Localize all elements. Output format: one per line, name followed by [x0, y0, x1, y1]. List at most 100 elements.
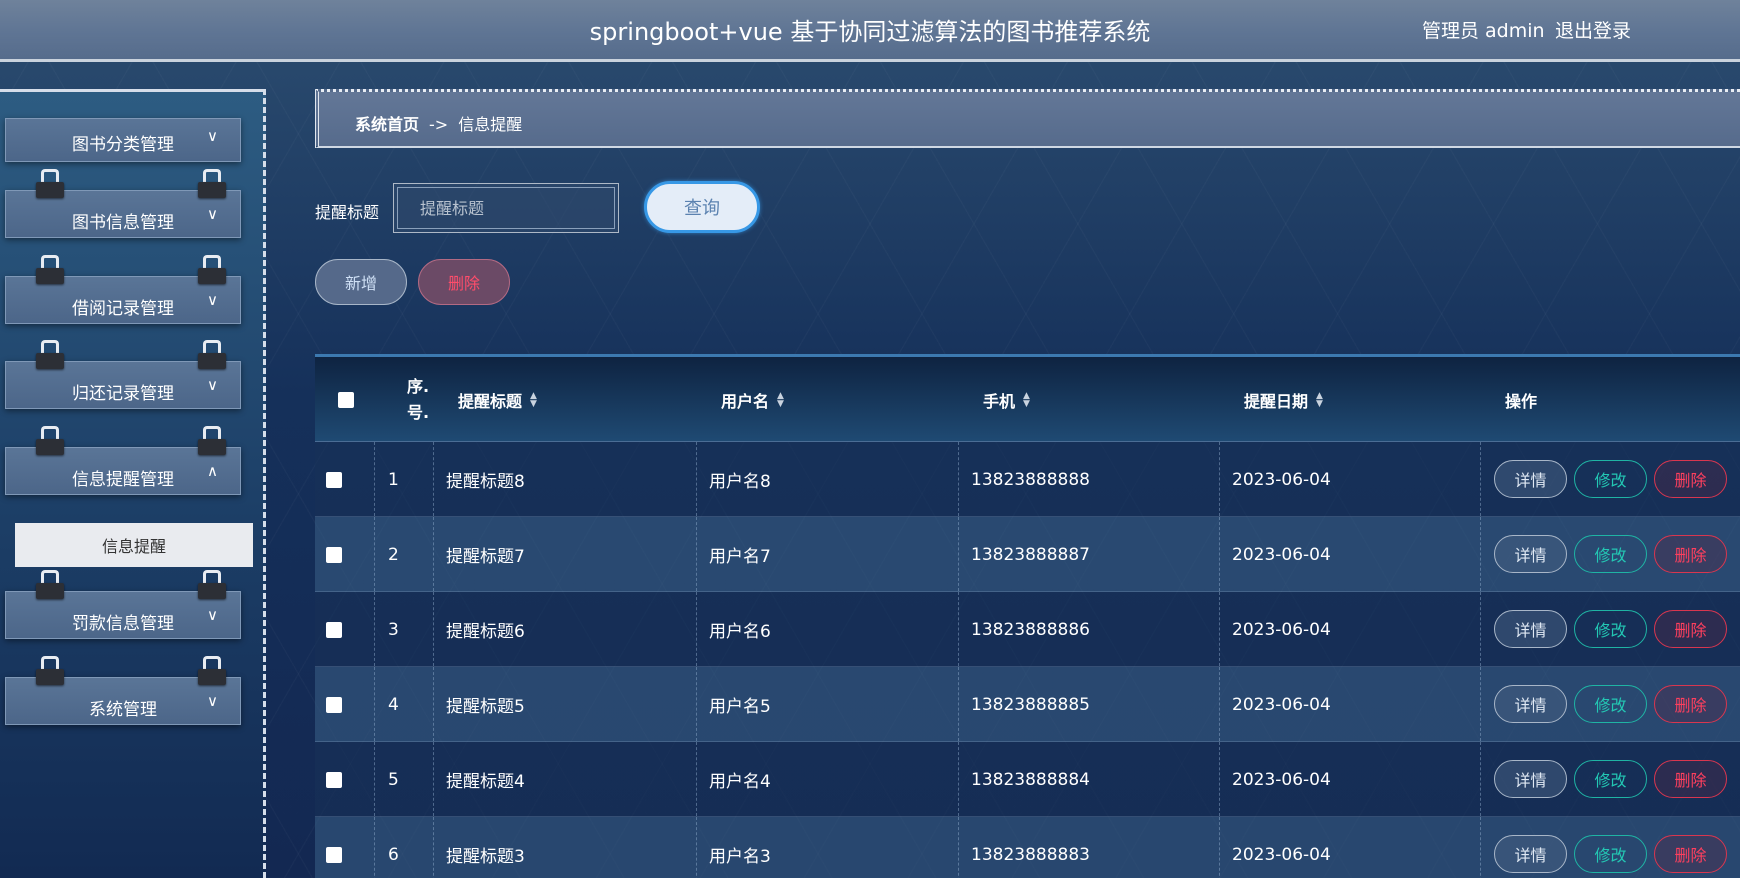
breadcrumb: 系统首页 -> 信息提醒	[315, 89, 1740, 148]
row-checkbox[interactable]	[326, 621, 342, 638]
sidebar: 图书分类管理 ∨ 图书信息管理 ∨ 借阅记录管理 ∨ 归还记录管理 ∨ 信息提醒…	[0, 89, 266, 878]
delete-button[interactable]: 删除	[1654, 535, 1727, 573]
col-index: 序. 号.	[398, 357, 438, 442]
col-username-label: 用户名	[721, 391, 770, 411]
detail-button[interactable]: 详情	[1494, 535, 1567, 573]
row-select-cell	[326, 817, 342, 878]
sort-icon[interactable]: ▲ ▼	[1316, 391, 1323, 408]
logout-link[interactable]: 退出登录	[1555, 16, 1631, 43]
row-username: 用户名6	[709, 622, 771, 642]
edit-button[interactable]: 修改	[1574, 835, 1647, 873]
row-checkbox[interactable]	[326, 696, 342, 713]
detail-button[interactable]: 详情	[1494, 760, 1567, 798]
binder-clip-icon	[198, 169, 226, 199]
row-checkbox[interactable]	[326, 771, 342, 788]
row-select-cell	[326, 517, 342, 592]
chevron-down-icon: ∨	[207, 291, 218, 309]
add-button[interactable]: 新增	[315, 259, 407, 305]
col-ops: 操作	[1505, 357, 1537, 442]
table-row: 3 提醒标题6 用户名6 13823888886 2023-06-04 详情 修…	[315, 592, 1740, 667]
row-date: 2023-06-04	[1232, 694, 1331, 715]
sidebar-item-return-records[interactable]: 归还记录管理 ∨	[5, 340, 241, 409]
row-date: 2023-06-04	[1232, 469, 1331, 490]
table-row: 5 提醒标题4 用户名4 13823888884 2023-06-04 详情 修…	[315, 742, 1740, 817]
select-all-cell	[338, 357, 354, 442]
col-title[interactable]: 提醒标题 ▲ ▼	[458, 357, 537, 442]
breadcrumb-home[interactable]: 系统首页	[355, 115, 419, 134]
binder-clip-icon	[36, 426, 64, 456]
table-row: 2 提醒标题7 用户名7 13823888887 2023-06-04 详情 修…	[315, 517, 1740, 592]
delete-button[interactable]: 删除	[1654, 760, 1727, 798]
row-index: 2	[388, 544, 399, 565]
col-date-label: 提醒日期	[1244, 391, 1309, 411]
row-date: 2023-06-04	[1232, 844, 1331, 865]
delete-button[interactable]: 删除	[1654, 685, 1727, 723]
row-title: 提醒标题8	[446, 472, 525, 492]
delete-button[interactable]: 删除	[1654, 610, 1727, 648]
row-checkbox[interactable]	[326, 546, 342, 563]
row-username: 用户名4	[709, 772, 771, 792]
col-phone-label: 手机	[983, 391, 1016, 411]
detail-button[interactable]: 详情	[1494, 835, 1567, 873]
table-row: 4 提醒标题5 用户名5 13823888885 2023-06-04 详情 修…	[315, 667, 1740, 742]
query-button[interactable]: 查询	[644, 181, 760, 233]
select-all-checkbox[interactable]	[338, 391, 354, 408]
row-phone: 13823888888	[971, 469, 1090, 490]
sidebar-item-book-info[interactable]: 图书信息管理 ∨	[5, 169, 241, 238]
row-username: 用户名8	[709, 472, 771, 492]
sidebar-item-borrow-records[interactable]: 借阅记录管理 ∨	[5, 255, 241, 324]
delete-button[interactable]: 删除	[1654, 460, 1727, 498]
col-date[interactable]: 提醒日期 ▲ ▼	[1244, 357, 1323, 442]
col-phone[interactable]: 手机 ▲ ▼	[983, 357, 1030, 442]
submenu-item-reminder[interactable]: 信息提醒	[15, 523, 253, 567]
binder-clip-icon	[36, 570, 64, 600]
sidebar-item-system[interactable]: 系统管理 ∨	[5, 656, 241, 725]
chevron-up-icon: ∧	[207, 462, 218, 480]
row-checkbox[interactable]	[326, 471, 342, 488]
row-title: 提醒标题3	[446, 847, 525, 867]
batch-delete-button[interactable]: 删除	[418, 259, 510, 305]
binder-clip-icon	[36, 169, 64, 199]
row-title: 提醒标题5	[446, 697, 525, 717]
sidebar-item-label: 系统管理	[89, 700, 157, 720]
row-date: 2023-06-04	[1232, 769, 1331, 790]
row-date: 2023-06-04	[1232, 619, 1331, 640]
sort-icon[interactable]: ▲ ▼	[530, 391, 537, 408]
edit-button[interactable]: 修改	[1574, 610, 1647, 648]
sort-icon[interactable]: ▲ ▼	[1023, 391, 1030, 408]
detail-button[interactable]: 详情	[1494, 460, 1567, 498]
search-input[interactable]	[397, 187, 615, 229]
binder-clip-icon	[198, 570, 226, 600]
row-select-cell	[326, 667, 342, 742]
chevron-down-icon: ∨	[207, 205, 218, 223]
sidebar-item-book-category[interactable]: 图书分类管理 ∨	[5, 118, 241, 162]
sidebar-item-label: 罚款信息管理	[72, 614, 174, 634]
edit-button[interactable]: 修改	[1574, 685, 1647, 723]
detail-button[interactable]: 详情	[1494, 610, 1567, 648]
table-row: 1 提醒标题8 用户名8 13823888888 2023-06-04 详情 修…	[315, 442, 1740, 517]
row-select-cell	[326, 592, 342, 667]
row-index: 4	[388, 694, 399, 715]
sidebar-item-fines[interactable]: 罚款信息管理 ∨	[5, 570, 241, 639]
binder-clip-icon	[36, 340, 64, 370]
edit-button[interactable]: 修改	[1574, 460, 1647, 498]
edit-button[interactable]: 修改	[1574, 760, 1647, 798]
row-checkbox[interactable]	[326, 846, 342, 863]
sidebar-item-reminders[interactable]: 信息提醒管理 ∧	[5, 426, 241, 495]
sort-icon[interactable]: ▲ ▼	[777, 391, 784, 408]
top-header: springboot+vue 基于协同过滤算法的图书推荐系统 管理员 admin…	[0, 0, 1740, 62]
search-input-wrapper	[393, 183, 619, 233]
chevron-down-icon: ∨	[207, 692, 218, 710]
edit-button[interactable]: 修改	[1574, 535, 1647, 573]
breadcrumb-current: 信息提醒	[458, 115, 523, 134]
col-username[interactable]: 用户名 ▲ ▼	[721, 357, 784, 442]
row-phone: 13823888887	[971, 544, 1090, 565]
breadcrumb-separator: ->	[429, 115, 449, 134]
col-index-line2: 号.	[406, 402, 430, 422]
row-title: 提醒标题6	[446, 622, 525, 642]
table-header: 序. 号. 提醒标题 ▲ ▼ 用户名 ▲ ▼ 手机 ▲ ▼ 提醒日期 ▲ ▼ 操作	[315, 357, 1740, 442]
delete-button[interactable]: 删除	[1654, 835, 1727, 873]
row-username: 用户名3	[709, 847, 771, 867]
detail-button[interactable]: 详情	[1494, 685, 1567, 723]
chevron-down-icon: ∨	[207, 127, 218, 145]
